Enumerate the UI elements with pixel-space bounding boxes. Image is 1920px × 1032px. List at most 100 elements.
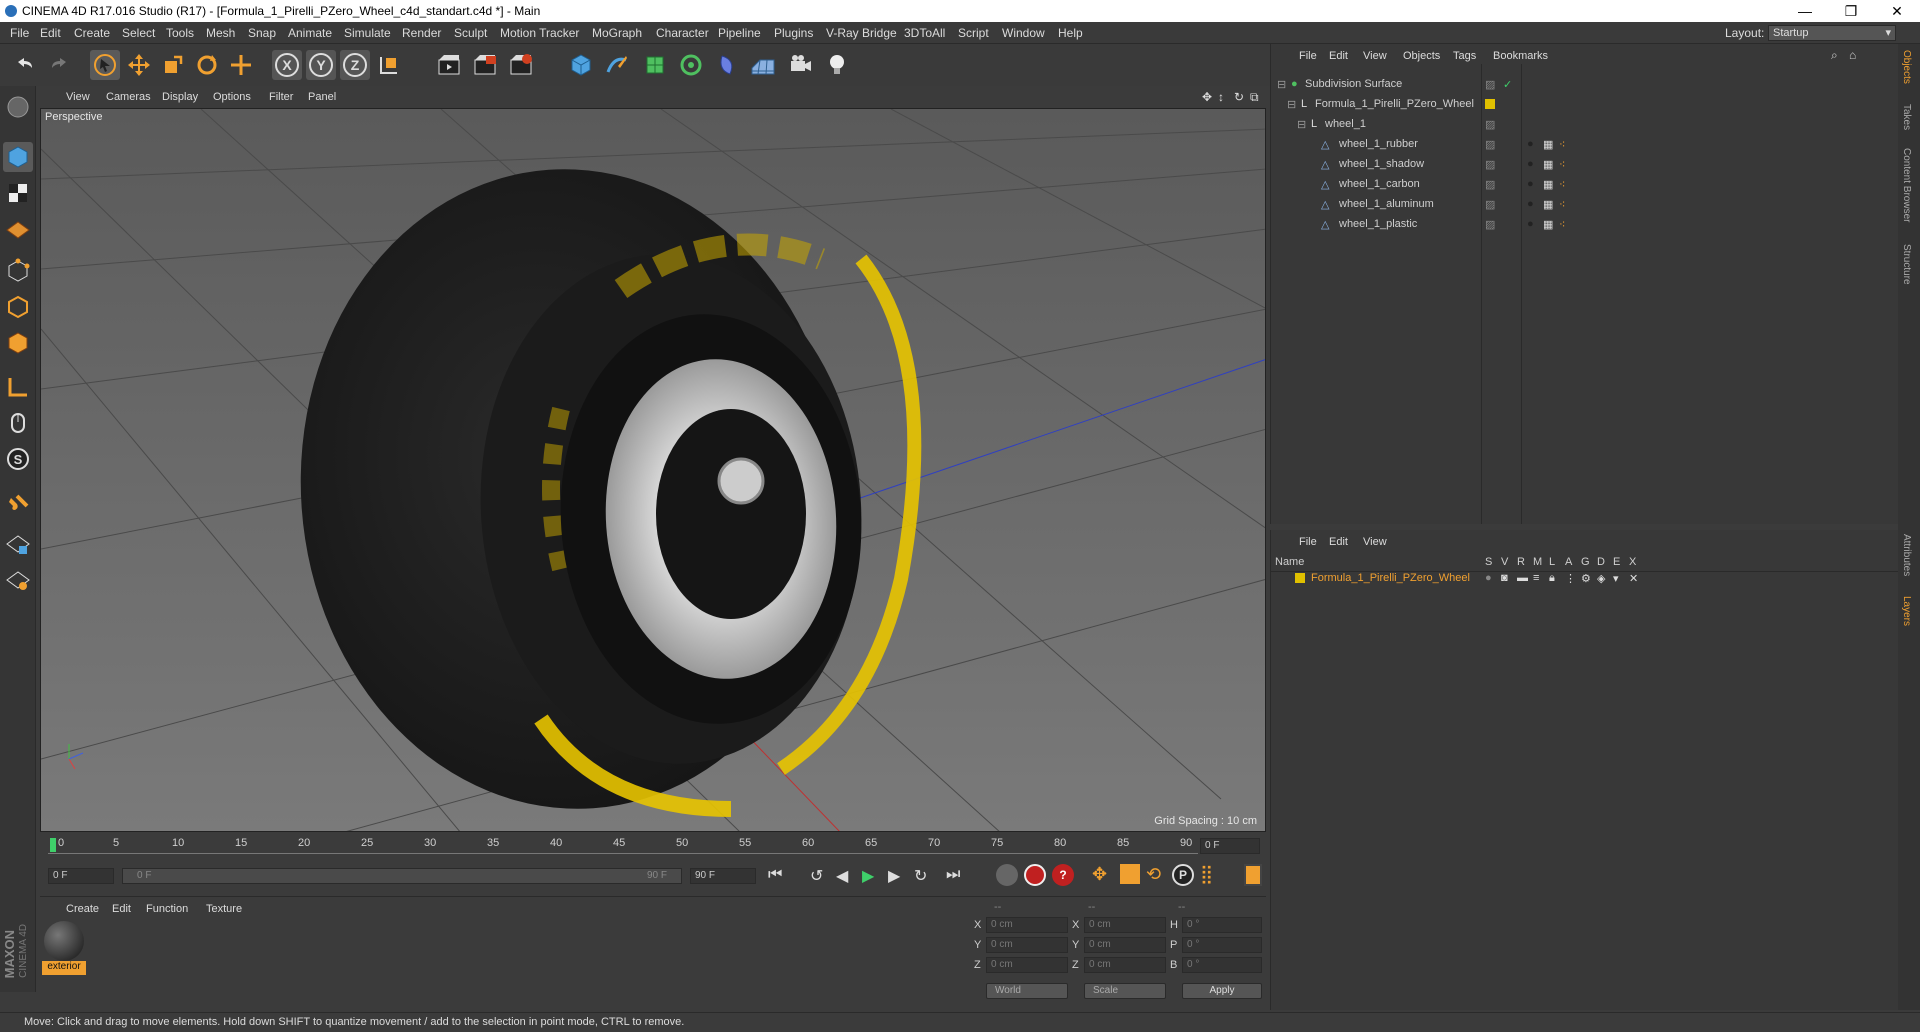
undo-icon[interactable] (10, 50, 40, 80)
y-axis-icon[interactable]: Y (306, 50, 336, 80)
texture-mode-icon[interactable] (3, 178, 33, 208)
minimize-button[interactable]: — (1782, 0, 1828, 22)
scale-icon[interactable] (158, 50, 188, 80)
collapse-icon[interactable]: ⊟ (1287, 98, 1296, 111)
menu-3dtoall[interactable]: 3DToAll (904, 26, 945, 40)
uvw-tag-icon[interactable]: ⁖ (1559, 138, 1565, 151)
tab-takes[interactable]: Takes (1901, 104, 1912, 130)
render-icon[interactable]: ▬ (1517, 572, 1528, 584)
menu-snap[interactable]: Snap (248, 26, 276, 40)
material-tag-icon[interactable]: ● (1527, 198, 1534, 210)
view-icon[interactable]: ◙ (1501, 572, 1508, 584)
object-menu-file[interactable]: File (1299, 50, 1317, 62)
object-row[interactable]: ⊟ L wheel_1 ▨ (1271, 114, 1899, 134)
planar-workplane-icon[interactable] (3, 566, 33, 596)
deformers-icon[interactable]: ◈ (1597, 572, 1605, 585)
menu-create[interactable]: Create (74, 26, 110, 40)
timeline-window-icon[interactable] (1244, 864, 1262, 886)
menu-character[interactable]: Character (656, 26, 709, 40)
key-scale-icon[interactable] (1120, 864, 1140, 884)
render-view-icon[interactable] (434, 50, 464, 80)
render-picture-viewer-icon[interactable] (470, 50, 500, 80)
live-select-icon[interactable] (226, 50, 256, 80)
size-x-field[interactable]: 0 cm (1084, 917, 1166, 933)
cloner-icon[interactable] (676, 50, 706, 80)
rotation-b-field[interactable]: 0 ° (1182, 957, 1262, 973)
menu-simulate[interactable]: Simulate (344, 26, 391, 40)
expressions-icon[interactable]: ▾ (1613, 572, 1619, 585)
lock-workplane-icon[interactable] (3, 530, 33, 560)
playhead[interactable] (50, 838, 56, 852)
menu-vray-bridge[interactable]: V-Ray Bridge (826, 26, 897, 40)
column-d[interactable]: D (1597, 556, 1605, 568)
column-x[interactable]: X (1629, 556, 1636, 568)
material-tag-icon[interactable]: ● (1527, 178, 1534, 190)
viewport-menu-cameras[interactable]: Cameras (106, 91, 151, 103)
menu-animate[interactable]: Animate (288, 26, 332, 40)
record-active-icon[interactable] (1024, 864, 1046, 886)
make-editable-icon[interactable] (3, 92, 33, 122)
object-row[interactable]: ⊟ ● Subdivision Surface ▨ ✓ (1271, 74, 1899, 94)
uvw-tag-icon[interactable]: ⁖ (1559, 218, 1565, 231)
layer-color-tag[interactable] (1485, 99, 1495, 109)
polygons-mode-icon[interactable] (3, 328, 33, 358)
column-l[interactable]: L (1549, 556, 1555, 568)
viewport-menu-panel[interactable]: Panel (308, 91, 336, 103)
column-a[interactable]: A (1565, 556, 1572, 568)
move-view-icon[interactable]: ✥ (1202, 90, 1212, 104)
layer-menu-view[interactable]: View (1363, 536, 1387, 548)
model-mode-icon[interactable] (3, 142, 33, 172)
layer-menu-edit[interactable]: Edit (1329, 536, 1348, 548)
tab-attributes[interactable]: Attributes (1901, 534, 1912, 576)
next-key-icon[interactable]: ↻ (914, 866, 927, 886)
menu-script[interactable]: Script (958, 26, 989, 40)
search-icon[interactable]: ⌕ (1831, 48, 1838, 63)
menu-mesh[interactable]: Mesh (206, 26, 235, 40)
menu-plugins[interactable]: Plugins (774, 26, 813, 40)
deformer-icon[interactable] (712, 50, 742, 80)
camera-icon[interactable] (786, 50, 816, 80)
xref-icon[interactable]: ✕ (1629, 572, 1638, 585)
layer-row[interactable]: Formula_1_Pirelli_PZero_Wheel ● ◙ ▬ ≡ 🔒︎… (1271, 568, 1899, 588)
material-tag-icon[interactable]: ● (1527, 218, 1534, 230)
end-frame-field[interactable]: 90 F (690, 868, 756, 884)
column-v[interactable]: V (1501, 556, 1508, 568)
material-menu-edit[interactable]: Edit (112, 903, 131, 915)
material-menu-function[interactable]: Function (146, 903, 188, 915)
subdivision-icon[interactable] (640, 50, 670, 80)
material-menu-create[interactable]: Create (66, 903, 99, 915)
object-row[interactable]: ⊟ L Formula_1_Pirelli_PZero_Wheel (1271, 94, 1899, 114)
visibility-toggle[interactable]: ▨ (1485, 138, 1495, 151)
redo-icon[interactable] (44, 50, 74, 80)
menu-tools[interactable]: Tools (166, 26, 194, 40)
position-z-field[interactable]: 0 cm (986, 957, 1068, 973)
rotation-p-field[interactable]: 0 ° (1182, 937, 1262, 953)
zoom-view-icon[interactable]: ↕ (1218, 90, 1224, 104)
enabled-check-icon[interactable]: ✓ (1503, 78, 1512, 91)
texture-tag-icon[interactable]: ▦ (1543, 158, 1553, 171)
viewport-menu-options[interactable]: Options (213, 91, 251, 103)
column-s[interactable]: S (1485, 556, 1492, 568)
layer-menu-file[interactable]: File (1299, 536, 1317, 548)
layer-color-swatch[interactable] (1295, 573, 1305, 583)
pen-spline-icon[interactable] (602, 50, 632, 80)
menu-edit[interactable]: Edit (40, 26, 61, 40)
cube-icon[interactable] (566, 50, 596, 80)
menu-mograph[interactable]: MoGraph (592, 26, 642, 40)
tweak-mode-icon[interactable] (3, 408, 33, 438)
viewport-menu-display[interactable]: Display (162, 91, 198, 103)
snap-icon[interactable]: S (3, 444, 33, 474)
coordinate-system-dropdown[interactable]: World (986, 983, 1068, 999)
texture-tag-icon[interactable]: ▦ (1543, 178, 1553, 191)
start-frame-field[interactable]: 0 F (48, 868, 114, 884)
column-g[interactable]: G (1581, 556, 1590, 568)
rotate-icon[interactable] (192, 50, 222, 80)
play-icon[interactable]: ▶ (862, 866, 874, 886)
uvw-tag-icon[interactable]: ⁖ (1559, 198, 1565, 211)
apply-button[interactable]: Apply (1182, 983, 1262, 999)
position-y-field[interactable]: 0 cm (986, 937, 1068, 953)
key-parameter-icon[interactable]: P (1172, 864, 1194, 886)
record-keys-icon[interactable] (996, 864, 1018, 886)
key-pla-icon[interactable]: ⣿ (1200, 864, 1213, 885)
magnet-icon[interactable] (3, 490, 33, 520)
